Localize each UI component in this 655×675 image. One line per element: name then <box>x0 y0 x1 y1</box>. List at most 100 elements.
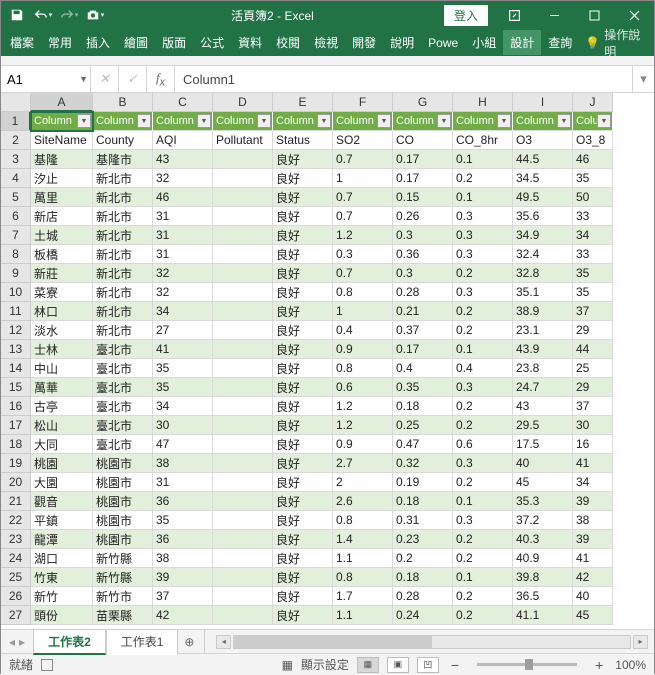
filter-dropdown-icon[interactable]: ▼ <box>137 114 151 128</box>
cell[interactable]: 良好 <box>273 492 333 511</box>
cell[interactable]: 0.7 <box>333 264 393 283</box>
filter-dropdown-icon[interactable]: ▼ <box>317 114 331 128</box>
cell[interactable] <box>213 606 273 625</box>
cell[interactable]: 32.8 <box>513 264 573 283</box>
cell[interactable]: 24.7 <box>513 378 573 397</box>
cell[interactable]: 0.37 <box>393 321 453 340</box>
cell[interactable]: CO <box>393 131 453 150</box>
cell[interactable]: 49.5 <box>513 188 573 207</box>
cell[interactable]: 0.17 <box>393 150 453 169</box>
cell[interactable]: 良好 <box>273 302 333 321</box>
cell[interactable]: 0.4 <box>333 321 393 340</box>
cell[interactable]: 0.3 <box>453 226 513 245</box>
cell[interactable]: 34 <box>573 473 613 492</box>
cell[interactable]: 基隆 <box>31 150 93 169</box>
column-header[interactable]: H <box>453 93 513 112</box>
cell[interactable]: 良好 <box>273 321 333 340</box>
cell[interactable]: 40 <box>513 454 573 473</box>
cell[interactable]: 板橋 <box>31 245 93 264</box>
cell[interactable]: 39 <box>573 492 613 511</box>
cell[interactable]: 0.28 <box>393 587 453 606</box>
table-header-cell[interactable]: Column▼ <box>31 112 93 131</box>
sheet-prev-icon[interactable]: ◂ <box>9 635 15 649</box>
cell[interactable]: 龍潭 <box>31 530 93 549</box>
cell[interactable]: 0.1 <box>453 150 513 169</box>
cell[interactable] <box>213 321 273 340</box>
cell[interactable] <box>213 226 273 245</box>
row-header[interactable]: 22 <box>1 511 31 530</box>
cell[interactable]: 0.15 <box>393 188 453 207</box>
row-header[interactable]: 25 <box>1 568 31 587</box>
cell[interactable]: 1.4 <box>333 530 393 549</box>
row-header[interactable]: 27 <box>1 606 31 625</box>
cell[interactable]: 0.1 <box>453 492 513 511</box>
spreadsheet-grid[interactable]: ABCDEFGHIJ1Column▼Column▼Column▼Column▼C… <box>1 93 654 629</box>
cell[interactable]: 觀音 <box>31 492 93 511</box>
cell[interactable] <box>213 568 273 587</box>
cell[interactable]: 良好 <box>273 359 333 378</box>
cell[interactable]: 0.8 <box>333 283 393 302</box>
cell[interactable]: 良好 <box>273 511 333 530</box>
cell[interactable]: 1.2 <box>333 416 393 435</box>
cell[interactable]: 新北市 <box>93 245 153 264</box>
cell[interactable]: 30 <box>573 416 613 435</box>
ribbon-tab-6[interactable]: 資料 <box>231 30 269 55</box>
cell[interactable]: 31 <box>153 473 213 492</box>
cell[interactable]: 0.1 <box>453 568 513 587</box>
cell[interactable]: 41.1 <box>513 606 573 625</box>
cell[interactable]: 0.2 <box>453 530 513 549</box>
cell[interactable]: 0.1 <box>453 188 513 207</box>
column-header[interactable]: D <box>213 93 273 112</box>
cell[interactable]: 36 <box>153 492 213 511</box>
cell[interactable]: 0.2 <box>453 321 513 340</box>
cell[interactable]: 良好 <box>273 150 333 169</box>
cell[interactable]: 23.1 <box>513 321 573 340</box>
cell[interactable]: 士林 <box>31 340 93 359</box>
cell[interactable]: 0.3 <box>393 264 453 283</box>
filter-dropdown-icon[interactable]: ▼ <box>437 114 451 128</box>
cell[interactable]: 0.2 <box>453 549 513 568</box>
cell[interactable]: 土城 <box>31 226 93 245</box>
cell[interactable]: 良好 <box>273 245 333 264</box>
ribbon-tab-10[interactable]: 說明 <box>383 30 421 55</box>
cell[interactable]: 臺北市 <box>93 340 153 359</box>
cell[interactable]: 35.3 <box>513 492 573 511</box>
fx-button[interactable]: fx <box>147 66 175 92</box>
table-header-cell[interactable]: Column▼ <box>513 112 573 131</box>
cell[interactable]: 34.5 <box>513 169 573 188</box>
cell[interactable]: 汐止 <box>31 169 93 188</box>
cell[interactable]: 新店 <box>31 207 93 226</box>
table-header-cell[interactable]: Column▼ <box>273 112 333 131</box>
cell[interactable]: O3_8 <box>573 131 613 150</box>
cell[interactable] <box>213 245 273 264</box>
cell[interactable]: 良好 <box>273 568 333 587</box>
cell[interactable]: 37 <box>573 302 613 321</box>
cell[interactable]: 桃園市 <box>93 511 153 530</box>
cell[interactable]: 良好 <box>273 587 333 606</box>
expand-formula-bar[interactable]: ▾ <box>632 66 654 92</box>
row-header[interactable]: 3 <box>1 150 31 169</box>
cell[interactable]: 43 <box>513 397 573 416</box>
cell[interactable]: 臺北市 <box>93 397 153 416</box>
row-header[interactable]: 16 <box>1 397 31 416</box>
cell[interactable]: 桃園市 <box>93 454 153 473</box>
formula-input[interactable]: Column1 <box>175 66 632 92</box>
row-header[interactable]: 18 <box>1 435 31 454</box>
sheet-next-icon[interactable]: ▸ <box>19 635 25 649</box>
scroll-right-icon[interactable]: ▸ <box>633 635 648 649</box>
cell[interactable]: 0.3 <box>393 226 453 245</box>
cell[interactable]: 0.2 <box>453 587 513 606</box>
row-header[interactable]: 8 <box>1 245 31 264</box>
cell[interactable] <box>213 530 273 549</box>
cell[interactable]: 0.17 <box>393 340 453 359</box>
cell[interactable]: 0.19 <box>393 473 453 492</box>
cell[interactable]: 39 <box>573 530 613 549</box>
cell[interactable]: 37.2 <box>513 511 573 530</box>
chevron-down-icon[interactable]: ▼ <box>79 74 88 84</box>
cell[interactable]: 2.6 <box>333 492 393 511</box>
cell[interactable]: SiteName <box>31 131 93 150</box>
cell[interactable] <box>213 397 273 416</box>
cell[interactable]: 臺北市 <box>93 435 153 454</box>
add-sheet-button[interactable]: ⊕ <box>178 635 200 649</box>
cell[interactable]: 苗栗縣 <box>93 606 153 625</box>
